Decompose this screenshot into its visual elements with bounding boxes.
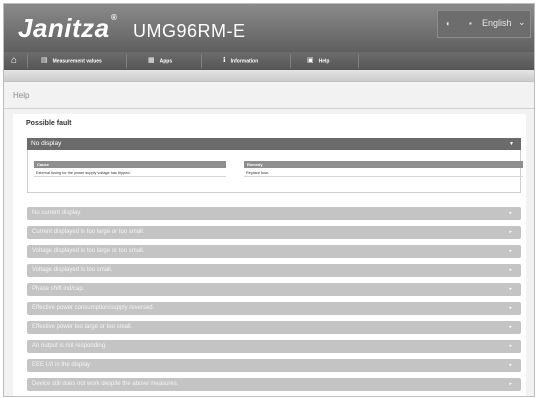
nav-label: Help	[318, 58, 330, 65]
nav-label: Information	[230, 58, 259, 65]
nav-apps[interactable]: ▦ Apps	[148, 52, 172, 70]
home-icon[interactable]: ⌂	[11, 55, 17, 66]
chevron-right-icon: ▸	[509, 248, 512, 254]
cause-header: Cause	[34, 161, 226, 168]
accordion-item[interactable]: Current displayed is too large or too sm…	[27, 226, 521, 239]
remedy-cell: Replace fuse.	[244, 170, 523, 177]
language-label: English	[482, 18, 512, 28]
section-title: Possible fault	[26, 120, 72, 127]
accordion-item[interactable]: No current display ▸	[27, 207, 521, 220]
brand-logo: Janitza	[18, 13, 110, 43]
main-nav: ⌂ ▤ Measurement values ▦ Apps ℹ Information…	[4, 52, 534, 70]
accordion-body: Cause Remedy External fusing for the pow…	[27, 150, 523, 193]
nav-divider	[27, 54, 28, 68]
registered-mark: ®	[111, 13, 117, 22]
nav-information[interactable]: ℹ Information	[223, 52, 258, 70]
chevron-right-icon: ▸	[509, 305, 512, 311]
table-icon: ▤	[41, 57, 48, 64]
accordion-item[interactable]: An output is not responding. ▸	[27, 340, 521, 353]
chevron-right-icon: ▸	[509, 381, 512, 387]
chevron-right-icon: ▸	[509, 229, 512, 235]
accordion-header-expanded[interactable]: No display ▼	[27, 138, 521, 150]
language-selector[interactable]: ◐ ▪ English ⌄	[437, 10, 531, 38]
grid-icon: ▦	[148, 57, 155, 64]
nav-label: Apps	[159, 58, 173, 65]
breadcrumb: Help	[13, 91, 30, 100]
chevron-right-icon: ▸	[509, 362, 512, 368]
accordion-title: Effective power too large or too small.	[32, 324, 133, 330]
nav-divider	[126, 54, 127, 68]
device-model: UMG96RM-E	[133, 21, 246, 41]
accordion-title: Effective power consumption/supply rever…	[32, 305, 155, 311]
flag-icon: ▪	[469, 19, 472, 28]
chevron-right-icon: ▸	[509, 286, 512, 292]
accordion-item[interactable]: Voltage displayed is too large or too sm…	[27, 245, 521, 258]
nav-divider	[201, 54, 202, 68]
accordion-title: No display	[31, 140, 62, 147]
accordion-item[interactable]: Effective power consumption/supply rever…	[27, 302, 521, 315]
help-panel: Possible fault No display ▼ Cause Remedy…	[13, 114, 526, 396]
accordion-title: EEE U/I in the display	[32, 362, 91, 368]
remedy-header: Remedy	[244, 161, 523, 168]
accordion-title: Voltage displayed is too large or too sm…	[32, 248, 145, 254]
nav-measurement-values[interactable]: ▤ Measurement values	[41, 52, 102, 70]
accordion-item[interactable]: Effective power too large or too small. ▸	[27, 321, 521, 334]
accordion-title: An output is not responding.	[32, 343, 107, 349]
cause-cell: External fusing for the power supply vol…	[34, 170, 226, 177]
chevron-down-icon: ⌄	[518, 17, 526, 27]
app-window: Janitza ® UMG96RM-E ◐ ▪ English ⌄ ⌂ ▤ Mea…	[3, 3, 535, 397]
chevron-right-icon: ▸	[509, 343, 512, 349]
accordion-item[interactable]: EEE U/I in the display ▸	[27, 359, 521, 372]
sub-bar	[4, 70, 534, 82]
chevron-down-icon: ▼	[509, 141, 514, 147]
accordion-item[interactable]: Voltage displayed is too small. ▸	[27, 264, 521, 277]
header: Janitza ® UMG96RM-E ◐ ▪ English ⌄	[4, 4, 534, 52]
chevron-right-icon: ▸	[509, 210, 512, 216]
accordion-title: Voltage displayed is too small.	[32, 267, 113, 273]
nav-divider	[358, 54, 359, 68]
accordion-item[interactable]: Phase shift ind/cap. ▸	[27, 283, 521, 296]
accordion-title: No current display	[32, 210, 81, 216]
nav-help[interactable]: ▣ Help	[307, 52, 329, 70]
divider	[4, 108, 534, 109]
info-icon: ℹ	[223, 57, 226, 64]
chevron-right-icon: ▸	[509, 267, 512, 273]
accordion-title: Current displayed is too large or too sm…	[32, 229, 145, 235]
book-icon: ▣	[307, 57, 314, 64]
globe-icon: ◐	[446, 19, 451, 28]
nav-divider	[290, 54, 291, 68]
nav-label: Measurement values	[52, 58, 102, 65]
accordion-title: Phase shift ind/cap.	[32, 286, 85, 292]
accordion-item[interactable]: Device still does not work despite the a…	[27, 378, 521, 391]
accordion-title: Device still does not work despite the a…	[32, 381, 179, 387]
chevron-right-icon: ▸	[509, 324, 512, 330]
